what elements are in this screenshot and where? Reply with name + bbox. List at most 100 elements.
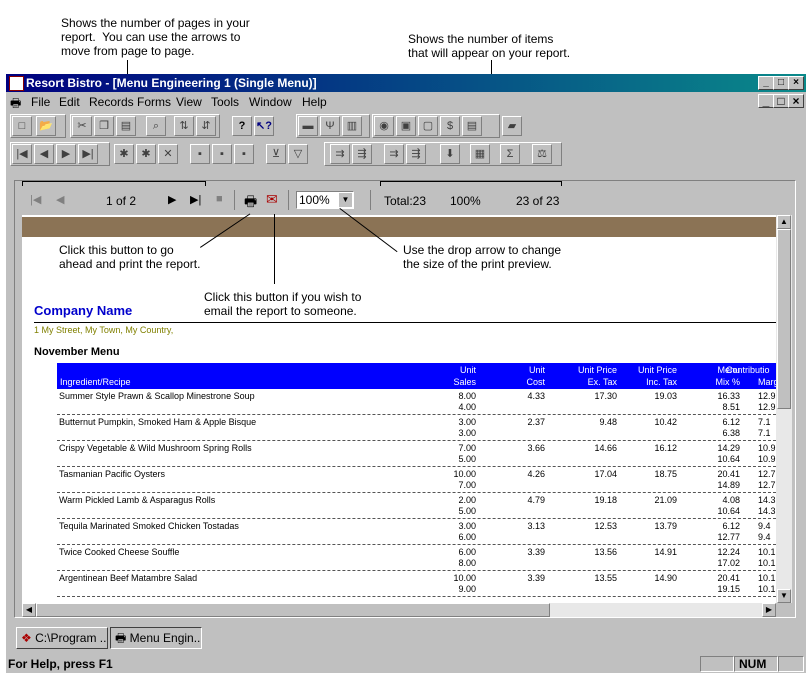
cell-ex: 13.55 <box>594 573 617 583</box>
menu-tools[interactable]: Tools <box>211 95 239 109</box>
vertical-scrollbar[interactable]: ▲ ▼ <box>776 215 792 603</box>
menu-file[interactable]: File <box>31 95 50 109</box>
doc-restore-button[interactable]: □ <box>773 94 789 108</box>
next-page-icon[interactable]: ▶ <box>168 193 176 206</box>
paste-icon[interactable]: ▤ <box>116 116 136 136</box>
scale-icon[interactable]: ⚖ <box>532 144 552 164</box>
scroll-left-button[interactable]: ◀ <box>22 603 36 617</box>
copy-icon[interactable]: ❐ <box>94 116 114 136</box>
last-record-icon[interactable]: ▶| <box>78 144 98 164</box>
next-record-icon[interactable]: ▶ <box>56 144 76 164</box>
horizontal-scrollbar[interactable]: ◀ ▶ <box>22 603 776 617</box>
cell-cost: 3.39 <box>527 547 545 557</box>
cell-inc: 13.79 <box>654 521 677 531</box>
filter-icon-1[interactable]: ⊻ <box>266 144 286 164</box>
cell-margin-2: 10.9 <box>758 454 776 464</box>
cell-margin-2: 9.4 <box>758 532 771 542</box>
header-margin: Margi <box>758 377 776 387</box>
last-page-icon[interactable]: ▶| <box>190 193 201 206</box>
cell-mix-2: 17.02 <box>717 558 740 568</box>
cell-mix-2: 6.38 <box>722 428 740 438</box>
row-divider <box>57 544 776 545</box>
tool-icon-5[interactable]: ⬇ <box>440 144 460 164</box>
company-name: Company Name <box>34 303 133 318</box>
cell-sales-2: 9.00 <box>458 584 476 594</box>
doc-close-button[interactable]: × <box>788 94 804 108</box>
help-icon[interactable]: ? <box>232 116 252 136</box>
cell-sales-2: 6.00 <box>458 532 476 542</box>
report-icon-4[interactable]: ▤ <box>462 116 482 136</box>
header-ex: Ex. Tax <box>587 377 617 387</box>
vertical-scroll-thumb[interactable] <box>777 229 791 409</box>
report-icon-1[interactable]: ▣ <box>396 116 416 136</box>
scroll-up-button[interactable]: ▲ <box>777 215 791 229</box>
first-record-icon[interactable]: |◀ <box>12 144 32 164</box>
header-mix: Mix % <box>715 377 741 387</box>
filter-icon-2[interactable]: ▽ <box>288 144 308 164</box>
cell-inc: 10.42 <box>654 417 677 427</box>
printer-task-icon: 🖶 <box>115 631 127 645</box>
module-icon-3[interactable]: ▥ <box>342 116 362 136</box>
cell-sales-2: 8.00 <box>458 558 476 568</box>
module-icon-2[interactable]: Ψ <box>320 116 340 136</box>
first-page-icon[interactable]: |◀ <box>30 193 41 206</box>
table-row: Tasmanian Pacific Oysters 10.00 4.26 17.04 1… <box>22 468 776 494</box>
save-icon[interactable]: ▪ <box>190 144 210 164</box>
cell-margin-2: 7.1 <box>758 428 771 438</box>
scroll-down-button[interactable]: ▼ <box>777 589 791 603</box>
module-icon-1[interactable]: ▬ <box>298 116 318 136</box>
task-program[interactable]: ❖ C:\Program ... <box>16 627 108 649</box>
menu-edit[interactable]: Edit <box>59 95 80 109</box>
stop-icon[interactable]: ■ <box>216 193 223 205</box>
tool-icon-2[interactable]: ⇶ <box>352 144 372 164</box>
recipe-icon[interactable]: ◉ <box>374 116 394 136</box>
tool-icon-6[interactable]: ▦ <box>470 144 490 164</box>
cell-mix-2: 10.64 <box>717 454 740 464</box>
tool-icon-1[interactable]: ⇉ <box>330 144 350 164</box>
print-icon[interactable]: 🖶 <box>244 191 257 215</box>
doc-minimize-button[interactable]: _ <box>758 94 774 108</box>
email-icon[interactable]: ✉ <box>266 191 278 208</box>
delivery-icon[interactable]: ▰ <box>502 116 522 136</box>
header-cost: Cost <box>526 377 545 387</box>
zoom-select[interactable]: 100% ▼ <box>296 191 354 209</box>
sum-icon[interactable]: Σ <box>500 144 520 164</box>
new-icon[interactable]: □ <box>12 116 32 136</box>
status-help-text: For Help, press F1 <box>8 657 113 671</box>
horizontal-scroll-thumb[interactable] <box>36 603 550 617</box>
scroll-right-button[interactable]: ▶ <box>762 603 776 617</box>
whats-this-icon[interactable]: ↖? <box>254 116 274 136</box>
menu-window[interactable]: Window <box>249 95 292 109</box>
prev-record-icon[interactable]: ◀ <box>34 144 54 164</box>
menu-view[interactable]: View <box>176 95 202 109</box>
tool-icon-4[interactable]: ⇶ <box>406 144 426 164</box>
delete-record-icon[interactable]: ✕ <box>158 144 178 164</box>
sort-desc-icon[interactable]: ⇵ <box>196 116 216 136</box>
save-all-icon[interactable]: ▪ <box>212 144 232 164</box>
find-icon[interactable]: ⌕ <box>146 116 166 136</box>
tool-icon-3[interactable]: ⇉ <box>384 144 404 164</box>
open-icon[interactable]: 📂 <box>36 116 56 136</box>
cut-icon[interactable]: ✂ <box>72 116 92 136</box>
sort-asc-icon[interactable]: ⇅ <box>174 116 194 136</box>
close-button[interactable]: × <box>788 76 804 90</box>
cell-cost: 3.66 <box>527 443 545 453</box>
chevron-down-icon[interactable]: ▼ <box>339 193 352 207</box>
task-menu-engineering[interactable]: 🖶 Menu Engin... <box>110 627 202 649</box>
menu-help[interactable]: Help <box>302 95 327 109</box>
prev-page-icon[interactable]: ◀ <box>56 193 64 206</box>
cell-margin: 10.1 <box>758 547 776 557</box>
copy-record-icon[interactable]: ✱ <box>136 144 156 164</box>
report-header-band <box>22 217 776 237</box>
minimize-button[interactable]: _ <box>758 76 774 90</box>
new-record-icon[interactable]: ✱ <box>114 144 134 164</box>
menu-forms[interactable]: Forms <box>137 95 171 109</box>
restore-button[interactable]: □ <box>773 76 789 90</box>
save-close-icon[interactable]: ▪ <box>234 144 254 164</box>
report-icon-3[interactable]: $ <box>440 116 460 136</box>
menu-records[interactable]: Records <box>89 95 134 109</box>
cell-sales: 10.00 <box>453 469 476 479</box>
row-divider <box>57 440 776 441</box>
report-icon-2[interactable]: ▢ <box>418 116 438 136</box>
total-count: Total:23 <box>384 194 427 208</box>
